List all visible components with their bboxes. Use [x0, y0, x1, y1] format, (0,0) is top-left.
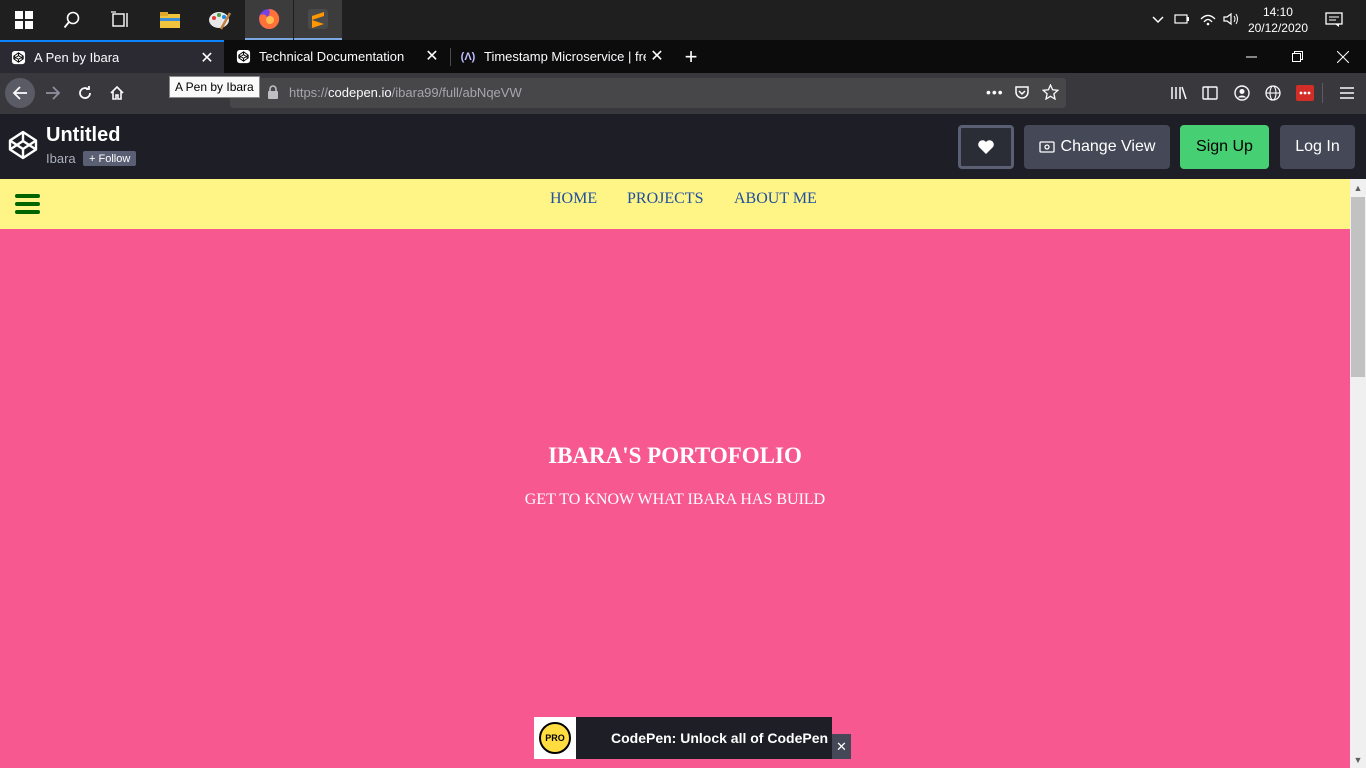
tab-label: Timestamp Microservice | freeCodeCamp: [484, 49, 646, 64]
tray-icons: [1150, 0, 1240, 40]
tab-label: A Pen by Ibara: [34, 50, 120, 65]
close-tab-icon[interactable]: ✕: [423, 47, 441, 65]
like-button[interactable]: [958, 125, 1014, 169]
change-view-button[interactable]: Change View: [1024, 125, 1170, 169]
close-promo-icon[interactable]: ✕: [832, 734, 851, 759]
site-menu-icon[interactable]: [15, 194, 40, 214]
close-tab-icon[interactable]: ✕: [648, 47, 666, 65]
minimize-window-icon[interactable]: [1228, 40, 1274, 73]
change-view-label: Change View: [1060, 138, 1156, 155]
battery-icon[interactable]: [1174, 13, 1190, 28]
url-bar[interactable]: https://codepen.io/ibara99/full/abNqeVW …: [230, 78, 1066, 108]
pro-badge-text: PRO: [539, 722, 571, 754]
url-host: codepen.io: [328, 85, 392, 100]
scroll-down-arrow-icon[interactable]: ▼: [1350, 752, 1366, 768]
lock-icon[interactable]: [267, 85, 279, 105]
sublime-text-icon[interactable]: [294, 0, 342, 40]
tab-technical-documentation[interactable]: Technical Documentation ✕: [225, 40, 449, 73]
url-path: /ibara99/full/abNqeVW: [391, 85, 522, 100]
pen-author[interactable]: Ibara: [46, 151, 76, 166]
scrollbar-thumb[interactable]: [1351, 197, 1365, 377]
log-in-button[interactable]: Log In: [1280, 125, 1355, 169]
tab-label: Technical Documentation: [259, 49, 405, 64]
notification-center-icon[interactable]: [1322, 0, 1346, 40]
paint-icon[interactable]: [196, 0, 244, 40]
heart-icon: [978, 140, 994, 154]
browser-tab-bar: A Pen by Ibara ✕ Technical Documentation…: [0, 40, 1366, 73]
volume-icon[interactable]: [1222, 12, 1240, 29]
pen-title: Untitled: [46, 124, 121, 146]
nav-link-home[interactable]: HOME: [550, 190, 597, 208]
close-tab-icon[interactable]: ✕: [198, 49, 216, 67]
pro-badge-icon: PRO: [534, 717, 576, 759]
scroll-up-arrow-icon[interactable]: ▲: [1350, 180, 1366, 196]
lastpass-extension-icon[interactable]: [1290, 78, 1320, 108]
globe-icon[interactable]: [1258, 78, 1288, 108]
codepen-logo-icon[interactable]: [7, 129, 39, 161]
restore-window-icon[interactable]: [1274, 40, 1320, 73]
view-icon: [1038, 141, 1055, 153]
hamburger-menu-icon[interactable]: [1332, 78, 1362, 108]
task-view-icon[interactable]: [96, 0, 144, 40]
wifi-icon[interactable]: [1200, 12, 1216, 29]
toolbar-separator: [1322, 83, 1323, 103]
windows-taskbar: 14:10 20/12/2020: [0, 0, 1366, 40]
pocket-icon[interactable]: [1014, 84, 1030, 105]
codepen-favicon-icon: [10, 50, 26, 66]
account-icon[interactable]: [1227, 78, 1257, 108]
windows-start-icon[interactable]: [0, 0, 48, 40]
sign-up-button[interactable]: Sign Up: [1180, 125, 1269, 169]
follow-button[interactable]: + Follow: [83, 151, 137, 166]
promo-text: CodePen: Unlock all of CodePen: [611, 730, 829, 746]
back-button[interactable]: [5, 78, 35, 108]
nav-link-projects[interactable]: PROJECTS: [627, 190, 703, 208]
site-navbar: HOME PROJECTS ABOUT ME: [0, 179, 1350, 229]
clock-time: 14:10: [1262, 5, 1293, 19]
tab-timestamp-microservice[interactable]: (Ʌ) Timestamp Microservice | freeCodeCam…: [450, 40, 674, 73]
library-icon[interactable]: [1164, 78, 1194, 108]
forward-button[interactable]: [38, 78, 68, 108]
url-text[interactable]: https://codepen.io/ibara99/full/abNqeVW: [289, 85, 522, 100]
close-window-icon[interactable]: [1320, 40, 1366, 73]
firefox-icon[interactable]: [245, 0, 293, 40]
file-explorer-icon[interactable]: [146, 0, 194, 40]
hero-title: IBARA'S PORTOFOLIO: [548, 443, 802, 468]
url-scheme: https://: [289, 85, 329, 100]
sidebar-icon[interactable]: [1195, 78, 1225, 108]
clock-date: 20/12/2020: [1247, 21, 1308, 35]
page-actions-icon[interactable]: •••: [986, 84, 1004, 100]
new-tab-button[interactable]: +: [678, 40, 704, 73]
freecodecamp-favicon-icon: (Ʌ): [460, 50, 476, 63]
hero-subtitle: GET TO KNOW WHAT IBARA HAS BUILD: [524, 491, 826, 508]
nav-link-about-me[interactable]: ABOUT ME: [734, 190, 817, 208]
chevron-up-icon[interactable]: [1150, 13, 1166, 27]
home-icon[interactable]: [102, 78, 132, 108]
search-icon[interactable]: [48, 0, 96, 40]
codepen-pro-banner[interactable]: PRO CodePen: Unlock all of CodePen: [534, 717, 832, 759]
bookmark-star-icon[interactable]: [1041, 83, 1060, 105]
tab-a-pen-by-ibara[interactable]: A Pen by Ibara ✕: [0, 40, 224, 73]
codepen-header: Untitled Ibara + Follow Change View Sign…: [0, 114, 1366, 179]
system-clock[interactable]: 14:10 20/12/2020: [1248, 4, 1308, 36]
portfolio-page: HOME PROJECTS ABOUT ME IBARA'S PORTOFOLI…: [0, 179, 1350, 768]
tab-tooltip: A Pen by Ibara: [169, 76, 260, 98]
reload-icon[interactable]: [70, 78, 100, 108]
codepen-favicon-icon: [235, 49, 251, 65]
